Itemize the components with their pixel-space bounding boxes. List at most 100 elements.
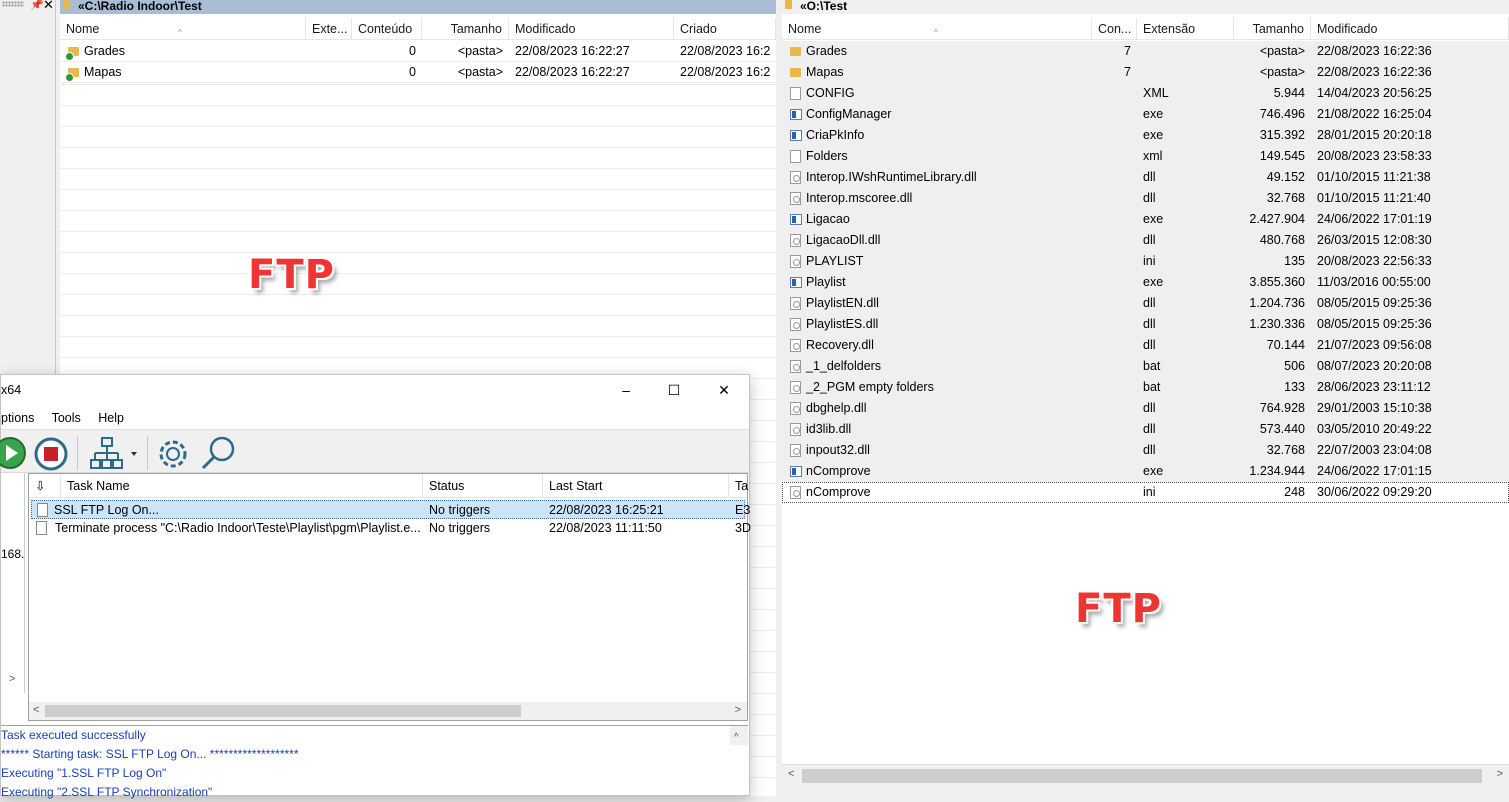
list-item[interactable]: Grades 0 <pasta> 22/08/2023 16:22:27 22/… (60, 41, 776, 62)
col-last-start[interactable]: Last Start (543, 474, 729, 498)
scroll-thumb[interactable] (802, 769, 1482, 783)
window-titlebar[interactable]: x64 – ☐ ✕ (1, 375, 749, 407)
file-name: PlaylistEN.dll (806, 296, 879, 310)
list-item[interactable]: nComprove ini 248 30/06/2022 09:29:20 (782, 482, 1509, 503)
list-item[interactable]: Mapas 7 <pasta> 22/08/2023 16:22:36 (782, 62, 1509, 83)
search-icon[interactable] (199, 434, 239, 472)
file-count (1092, 146, 1137, 167)
list-item[interactable]: Ligacao exe 2.427.904 24/06/2022 17:01:19 (782, 209, 1509, 230)
right-horizontal-scrollbar[interactable]: < > (782, 764, 1509, 786)
list-item[interactable]: Folders xml 149.545 20/08/2023 23:58:33 (782, 146, 1509, 167)
list-item[interactable]: LigacaoDll.dll dll 480.768 26/03/2015 12:08… (782, 230, 1509, 251)
file-modified: 22/08/2023 16:22:27 (515, 44, 630, 58)
list-item[interactable]: PlaylistES.dll dll 1.230.336 08/05/2015 09:… (782, 314, 1509, 335)
task-status: No triggers (429, 521, 491, 535)
col-tamanho[interactable]: Tamanho (422, 18, 509, 40)
list-item[interactable]: Recovery.dll dll 70.144 21/07/2023 09:56:08 (782, 335, 1509, 356)
file-modified: 26/03/2015 12:08:30 (1317, 233, 1432, 247)
col-count[interactable]: Con... (1092, 18, 1137, 40)
task-row[interactable]: SSL FTP Log On... No triggers 22/08/2023… (31, 500, 750, 519)
file-modified: 28/06/2023 23:11:12 (1317, 380, 1431, 394)
list-item[interactable]: inpout32.dll dll 32.768 22/07/2003 23:04:08 (782, 440, 1509, 461)
list-item[interactable]: ConfigManager exe 746.496 21/08/2022 16:25:… (782, 104, 1509, 125)
ftp-stamp-left: FTP (248, 252, 335, 298)
file-size: 315.392 (1259, 128, 1305, 142)
list-item[interactable]: PlaylistEN.dll dll 1.204.736 08/05/2015 09:… (782, 293, 1509, 314)
right-path-bar[interactable]: «O:\Test (782, 0, 1509, 14)
maximize-button[interactable]: ☐ (651, 375, 697, 405)
left-path-bar[interactable]: «C:\Radio Indoor\Test (60, 0, 776, 14)
file-created: 22/08/2023 16:2 (680, 65, 771, 79)
menu-help[interactable]: Help (98, 411, 124, 425)
list-item[interactable]: nComprove exe 1.234.944 24/06/2022 17:01:15 (782, 461, 1509, 482)
list-item[interactable]: CriaPkInfo exe 315.392 28/01/2015 20:20:18 (782, 125, 1509, 146)
file-name: Interop.mscoree.dll (806, 191, 913, 205)
sort-down-icon[interactable]: ⇩ (29, 474, 61, 498)
col-modificado[interactable]: Modificado (509, 18, 674, 40)
file-name: id3lib.dll (806, 422, 852, 436)
col-criado[interactable]: Criado (674, 18, 776, 40)
tree-pane[interactable]: 168. > (1, 473, 25, 693)
file-size: 506 (1284, 359, 1305, 373)
list-item[interactable]: CONFIG XML 5.944 14/04/2023 20:56:25 (782, 83, 1509, 104)
list-item[interactable]: _2_PGM empty folders bat 133 28/06/2023 23:… (782, 377, 1509, 398)
list-item[interactable]: dbghelp.dll dll 764.928 29/01/2003 15:10:38 (782, 398, 1509, 419)
file-name: _1_delfolders (806, 359, 882, 373)
scroll-right-icon[interactable]: > (9, 673, 15, 685)
log-line: ****** Starting task: SSL FTP Log On... … (1, 747, 299, 761)
drag-grip-icon[interactable] (2, 1, 24, 7)
file-name: inpout32.dll (806, 443, 870, 457)
sitemap-icon[interactable] (89, 436, 141, 470)
col-modificado[interactable]: Modificado (1311, 18, 1509, 40)
scroll-left-icon[interactable]: < (33, 704, 39, 716)
col-ext[interactable]: Exte... (306, 18, 352, 40)
col-nome[interactable]: Nome (60, 18, 306, 40)
list-item[interactable]: Grades 7 <pasta> 22/08/2023 16:22:36 (782, 41, 1509, 62)
scroll-right-icon[interactable]: > (735, 704, 741, 716)
file-size: 5.944 (1273, 86, 1305, 100)
settings-icon[interactable] (155, 436, 191, 472)
file-size: <pasta> (457, 44, 503, 58)
col-ta[interactable]: Ta (729, 474, 751, 498)
file-count: 7 (1124, 65, 1131, 79)
run-icon[interactable] (0, 436, 27, 470)
list-item[interactable]: Interop.mscoree.dll dll 32.768 01/10/2015 1… (782, 188, 1509, 209)
scroll-up-icon[interactable]: ^ (734, 728, 739, 747)
stop-icon[interactable] (33, 436, 69, 472)
list-item[interactable]: id3lib.dll dll 573.440 03/05/2010 20:49:22 (782, 419, 1509, 440)
list-item[interactable]: Interop.IWshRuntimeLibrary.dll dll 49.152 0… (782, 167, 1509, 188)
close-button[interactable]: ✕ (701, 375, 747, 405)
list-item[interactable]: _1_delfolders bat 506 08/07/2023 20:20:08 (782, 356, 1509, 377)
col-tamanho[interactable]: Tamanho (1234, 18, 1311, 40)
file-size: <pasta> (1259, 65, 1305, 79)
col-extensao[interactable]: Extensão (1137, 18, 1234, 40)
col-conteudo[interactable]: Conteúdo (352, 18, 422, 40)
minimize-button[interactable]: – (603, 375, 649, 405)
file-count (1092, 461, 1137, 482)
col-task-name[interactable]: Task Name (61, 474, 423, 498)
close-icon[interactable]: ✕ (43, 0, 54, 13)
log-vertical-scrollbar[interactable]: ^ (730, 726, 748, 745)
file-created: 22/08/2023 16:2 (680, 44, 771, 58)
col-status[interactable]: Status (423, 474, 543, 498)
list-item[interactable]: Mapas 0 <pasta> 22/08/2023 16:22:27 22/0… (60, 62, 776, 83)
scroll-thumb[interactable] (45, 705, 521, 717)
file-name: Recovery.dll (806, 338, 874, 352)
col-nome[interactable]: Nome (782, 18, 1092, 40)
file-count (1092, 398, 1137, 419)
file-extension: exe (1143, 464, 1164, 478)
right-column-header: ^ Nome Con... Extensão Tamanho Modificad… (782, 18, 1509, 40)
menu-options[interactable]: ptions (1, 411, 34, 425)
list-item[interactable]: Playlist exe 3.855.360 11/03/2016 00:55:00 (782, 272, 1509, 293)
scroll-left-icon[interactable]: < (788, 768, 794, 780)
log-output: Task executed successfully ****** Starti… (1, 725, 748, 799)
file-extension: dll (1143, 170, 1156, 184)
file-name: nComprove (806, 464, 871, 478)
scroll-right-icon[interactable]: > (1497, 768, 1503, 780)
list-item[interactable]: PLAYLIST ini 135 20/08/2023 22:56:33 (782, 251, 1509, 272)
pin-icon[interactable]: 📌 (30, 0, 44, 11)
menu-tools[interactable]: Tools (52, 411, 81, 425)
task-list-hscroll[interactable]: < > (29, 702, 747, 720)
file-modified: 22/07/2003 23:04:08 (1317, 443, 1432, 457)
task-row[interactable]: Terminate process "C:\Radio Indoor\Teste… (31, 519, 751, 538)
